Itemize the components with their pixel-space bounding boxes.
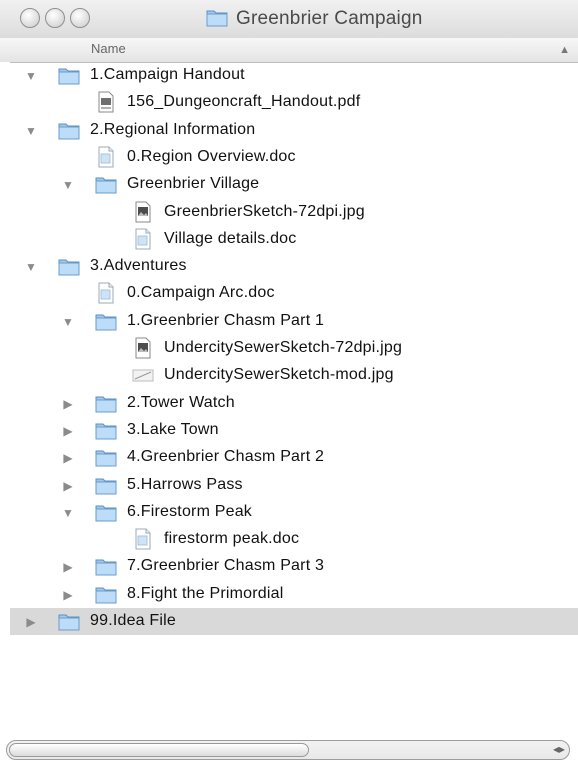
minimize-button[interactable]: [45, 8, 65, 28]
folder-icon: [95, 419, 117, 441]
disclosure-collapsed-icon[interactable]: ▶: [61, 424, 75, 438]
disclosure-expanded-icon[interactable]: ▼: [24, 69, 38, 83]
row-label: 6.Firestorm Peak: [127, 502, 253, 520]
row-label: 2.Regional Information: [90, 120, 256, 138]
folder-icon: [206, 7, 228, 32]
column-header-name[interactable]: Name ▲: [0, 38, 578, 63]
file-row[interactable]: 0.Region Overview.doc: [0, 144, 578, 171]
folder-icon: [58, 64, 80, 86]
close-button[interactable]: [20, 8, 40, 28]
image-thumb-icon: [132, 364, 154, 386]
folder-icon: [95, 583, 117, 605]
zoom-button[interactable]: [70, 8, 90, 28]
list-left-border: [0, 62, 10, 740]
scroll-arrows-icon[interactable]: ◂▸: [553, 742, 565, 756]
row-label: 3.Lake Town: [127, 420, 219, 438]
folder-row[interactable]: ▶ 5.Harrows Pass: [0, 472, 578, 499]
folder-row[interactable]: ▼ 1.Greenbrier Chasm Part 1: [0, 308, 578, 335]
finder-window: Greenbrier Campaign Name ▲ ▼ 1.Campaign H…: [0, 0, 578, 769]
folder-icon: [95, 446, 117, 468]
row-label: UndercitySewerSketch-72dpi.jpg: [164, 339, 403, 356]
row-label: Village details.doc: [164, 229, 297, 247]
file-list: ▼ 1.Campaign Handout 156_Dungeoncraft_Hand…: [0, 62, 578, 732]
disclosure-expanded-icon[interactable]: ▼: [61, 178, 75, 192]
row-label: 2.Tower Watch: [127, 393, 235, 411]
disclosure-expanded-icon[interactable]: ▼: [24, 260, 38, 274]
disclosure-collapsed-icon[interactable]: ▶: [61, 479, 75, 493]
disclosure-expanded-icon[interactable]: ▼: [24, 124, 38, 138]
pdf-file-icon: [95, 91, 117, 113]
image-file-icon: [132, 201, 154, 223]
folder-icon: [95, 310, 117, 332]
row-label: 99.Idea File: [90, 612, 177, 629]
folder-row[interactable]: ▶ 99.Idea File: [0, 608, 578, 635]
folder-row[interactable]: ▼ 6.Firestorm Peak: [0, 499, 578, 526]
doc-file-icon: [95, 146, 117, 168]
folder-row[interactable]: ▶ 4.Greenbrier Chasm Part 2: [0, 444, 578, 471]
disclosure-collapsed-icon[interactable]: ▶: [61, 451, 75, 465]
file-row[interactable]: Village details.doc: [0, 226, 578, 253]
row-label: 1.Greenbrier Chasm Part 1: [127, 311, 325, 329]
disclosure-expanded-icon[interactable]: ▼: [61, 506, 75, 520]
doc-file-icon: [132, 528, 154, 550]
disclosure-expanded-icon[interactable]: ▼: [61, 315, 75, 329]
folder-icon: [95, 501, 117, 523]
doc-file-icon: [132, 228, 154, 250]
window-title-group: Greenbrier Campaign: [206, 7, 423, 31]
scrollbar-thumb[interactable]: [9, 743, 309, 757]
disclosure-collapsed-icon[interactable]: ▶: [24, 615, 38, 629]
folder-row[interactable]: ▶ 8.Fight the Primordial: [0, 581, 578, 608]
row-label: UndercitySewerSketch-mod.jpg: [164, 366, 394, 384]
disclosure-collapsed-icon[interactable]: ▶: [61, 588, 75, 602]
folder-icon: [95, 555, 117, 577]
sort-ascending-icon: ▲: [559, 44, 570, 56]
row-label: 3.Adventures: [90, 257, 187, 275]
row-label: firestorm peak.doc: [164, 530, 300, 548]
horizontal-scrollbar[interactable]: ◂▸: [6, 740, 570, 760]
image-file-icon: [132, 337, 154, 359]
file-row[interactable]: UndercitySewerSketch-72dpi.jpg: [0, 335, 578, 362]
doc-file-icon: [95, 282, 117, 304]
row-label: 5.Harrows Pass: [127, 475, 243, 493]
row-label: 0.Region Overview.doc: [127, 147, 296, 165]
window-title: Greenbrier Campaign: [236, 8, 423, 29]
row-label: 156_Dungeoncraft_Handout.pdf: [127, 93, 361, 111]
file-row[interactable]: UndercitySewerSketch-mod.jpg: [0, 362, 578, 389]
row-label: 7.Greenbrier Chasm Part 3: [127, 557, 325, 575]
folder-icon: [58, 119, 80, 141]
folder-icon: [58, 255, 80, 277]
file-row[interactable]: 0.Campaign Arc.doc: [0, 280, 578, 307]
folder-row[interactable]: ▶ 2.Tower Watch: [0, 390, 578, 417]
disclosure-collapsed-icon[interactable]: ▶: [61, 397, 75, 411]
folder-row[interactable]: ▼ Greenbrier Village: [0, 171, 578, 198]
folder-row[interactable]: ▼ 1.Campaign Handout: [0, 62, 578, 89]
column-header-label: Name: [91, 41, 126, 56]
file-row[interactable]: GreenbrierSketch-72dpi.jpg: [0, 199, 578, 226]
row-label: 0.Campaign Arc.doc: [127, 284, 275, 302]
row-label: 1.Campaign Handout: [90, 66, 245, 83]
row-label: Greenbrier Village: [127, 175, 260, 193]
folder-row[interactable]: ▼ 3.Adventures: [0, 253, 578, 280]
folder-icon: [58, 610, 80, 632]
file-row[interactable]: 156_Dungeoncraft_Handout.pdf: [0, 89, 578, 116]
folder-row[interactable]: ▶ 7.Greenbrier Chasm Part 3: [0, 553, 578, 580]
title-bar[interactable]: Greenbrier Campaign: [0, 0, 578, 39]
folder-icon: [95, 474, 117, 496]
disclosure-collapsed-icon[interactable]: ▶: [61, 560, 75, 574]
folder-row[interactable]: ▶ 3.Lake Town: [0, 417, 578, 444]
folder-row[interactable]: ▼ 2.Regional Information: [0, 117, 578, 144]
folder-icon: [95, 173, 117, 195]
row-label: 8.Fight the Primordial: [127, 584, 284, 602]
row-label: GreenbrierSketch-72dpi.jpg: [164, 202, 365, 220]
file-row[interactable]: firestorm peak.doc: [0, 526, 578, 553]
row-label: 4.Greenbrier Chasm Part 2: [127, 448, 325, 466]
folder-icon: [95, 392, 117, 414]
